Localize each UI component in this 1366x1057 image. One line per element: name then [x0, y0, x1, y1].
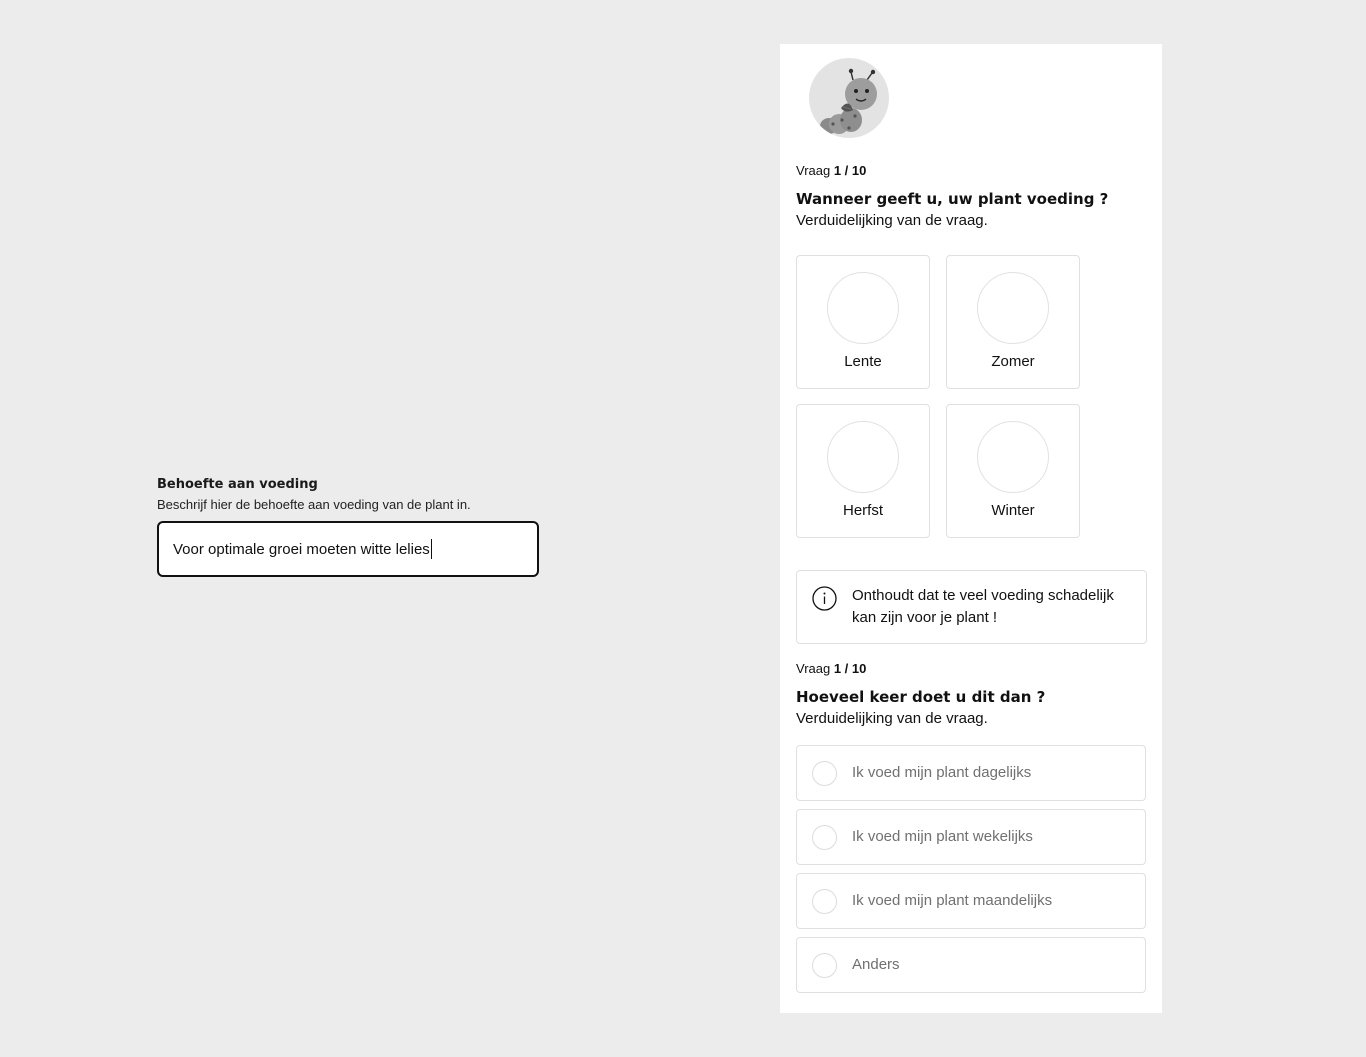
- field-label: Behoefte aan voeding: [157, 477, 318, 492]
- radio-option-label: Ik voed mijn plant maandelijks: [852, 892, 1053, 909]
- question-counter: Vraag 1 / 10: [796, 163, 866, 179]
- question-subtitle: Verduidelijking van de vraag.: [796, 710, 988, 727]
- info-icon: [812, 586, 837, 611]
- option-image-placeholder: [977, 272, 1049, 344]
- radio-button[interactable]: [812, 761, 837, 786]
- question-subtitle: Verduidelijking van de vraag.: [796, 212, 988, 229]
- radio-button[interactable]: [812, 889, 837, 914]
- radio-option-label: Ik voed mijn plant wekelijks: [852, 828, 1033, 845]
- info-notice: Onthoudt dat te veel voeding schadelijk …: [796, 570, 1147, 644]
- question-title: Hoeveel keer doet u dit dan ?: [796, 688, 1046, 706]
- field-help-text: Beschrijf hier de behoefte aan voeding v…: [157, 497, 471, 512]
- option-tile-zomer[interactable]: Zomer: [946, 255, 1080, 389]
- radio-option-monthly[interactable]: Ik voed mijn plant maandelijks: [796, 873, 1146, 929]
- option-tile-lente[interactable]: Lente: [796, 255, 930, 389]
- nutrition-need-field: Behoefte aan voeding Beschrijf hier de b…: [157, 477, 539, 577]
- radio-option-daily[interactable]: Ik voed mijn plant dagelijks: [796, 745, 1146, 801]
- option-image-placeholder: [827, 272, 899, 344]
- option-image-placeholder: [977, 421, 1049, 493]
- radio-button[interactable]: [812, 953, 837, 978]
- option-tile-winter[interactable]: Winter: [946, 404, 1080, 538]
- radio-option-label: Ik voed mijn plant dagelijks: [852, 764, 1032, 781]
- text-caret: [430, 539, 432, 559]
- counter-value: 1 / 10: [833, 661, 867, 676]
- counter-prefix: Vraag: [796, 163, 834, 178]
- counter-prefix: Vraag: [796, 661, 834, 676]
- counter-value: 1 / 10: [833, 163, 867, 178]
- info-text: Onthoudt dat te veel voeding schadelijk …: [852, 587, 1114, 626]
- option-tile-label: Herfst: [842, 502, 883, 519]
- radio-option-other[interactable]: Anders: [796, 937, 1146, 993]
- radio-option-label: Anders: [852, 956, 900, 973]
- input-value: Voor optimale groei moeten witte lelies: [173, 540, 430, 558]
- question-panel: Vraag 1 / 10 Wanneer geeft u, uw plant v…: [780, 44, 1162, 1013]
- option-tile-label: Zomer: [991, 353, 1035, 370]
- option-tile-herfst[interactable]: Herfst: [796, 404, 930, 538]
- option-tile-label: Lente: [844, 353, 882, 370]
- question-counter: Vraag 1 / 10: [796, 661, 866, 677]
- option-image-placeholder: [827, 421, 899, 493]
- option-tile-label: Winter: [991, 502, 1035, 519]
- radio-option-weekly[interactable]: Ik voed mijn plant wekelijks: [796, 809, 1146, 865]
- nutrition-need-input[interactable]: Voor optimale groei moeten witte lelies: [157, 521, 539, 577]
- radio-button[interactable]: [812, 825, 837, 850]
- question-title: Wanneer geeft u, uw plant voeding ?: [796, 190, 1109, 208]
- caterpillar-mascot-avatar: [809, 58, 889, 138]
